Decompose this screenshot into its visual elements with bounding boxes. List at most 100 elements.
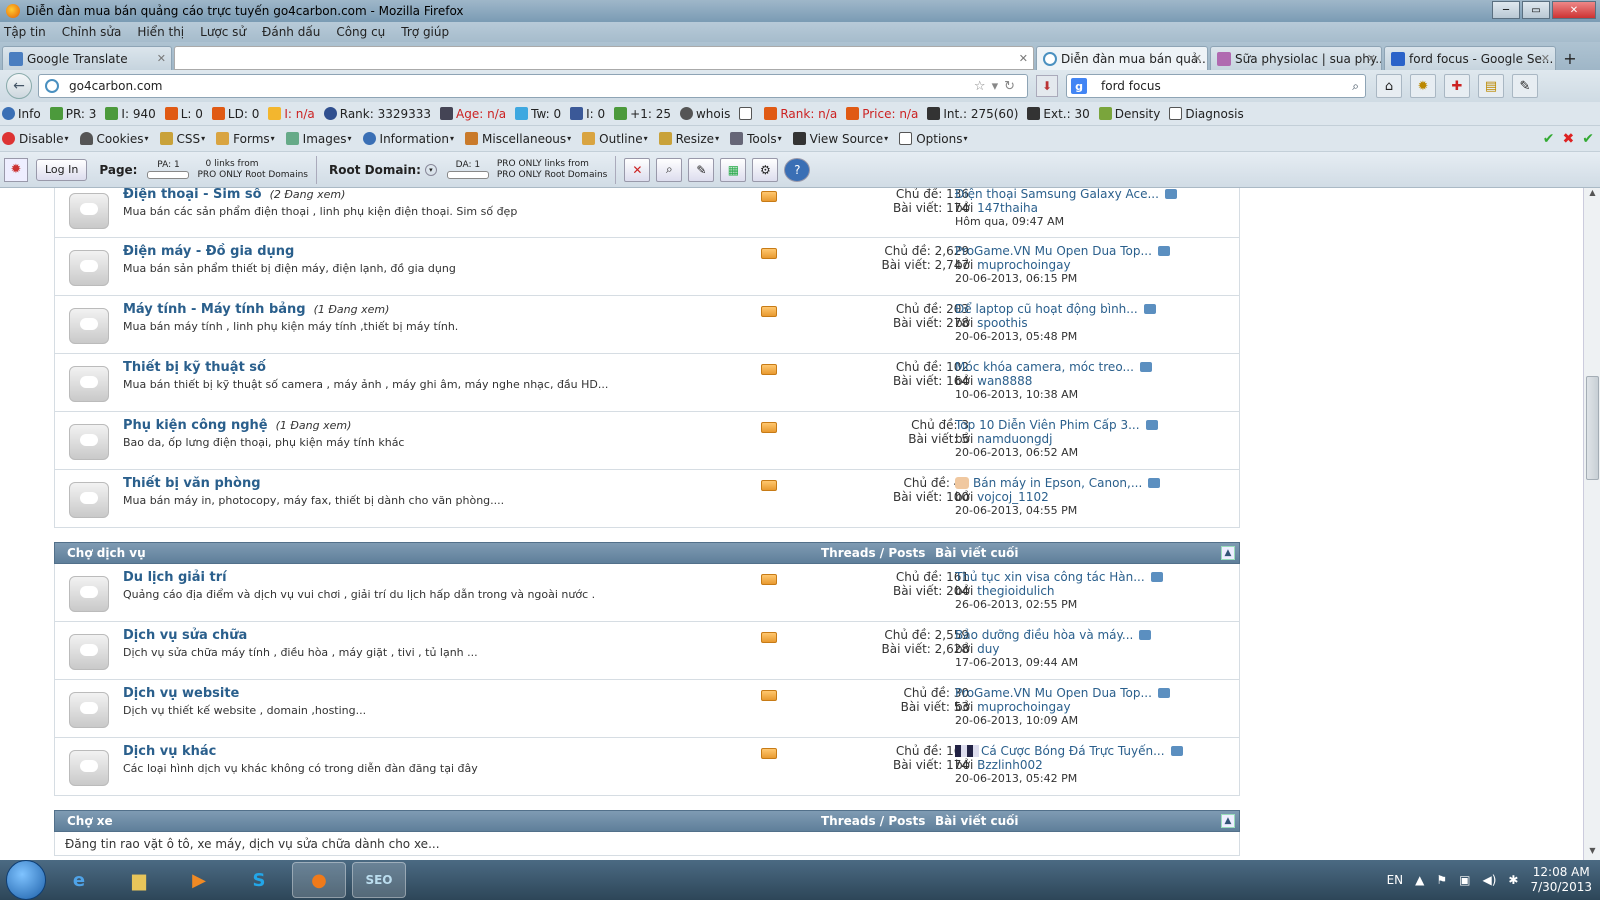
scroll-up-icon[interactable]: ▲ xyxy=(1584,188,1600,202)
rss-icon[interactable] xyxy=(761,248,777,259)
forum-title-link[interactable]: Phụ kiện công nghệ xyxy=(123,418,268,433)
rss-icon[interactable] xyxy=(761,422,777,433)
seo-diagnosis[interactable]: Diagnosis xyxy=(1169,107,1244,121)
dev-disable[interactable]: Disable ▾ xyxy=(2,132,69,146)
go-to-last-post-icon[interactable] xyxy=(1139,630,1152,640)
flag-icon[interactable]: ⚑ xyxy=(1436,873,1447,887)
rss-icon[interactable] xyxy=(761,364,777,375)
url-bar[interactable]: go4carbon.com ☆▾↻ xyxy=(38,74,1028,98)
bluetooth-icon[interactable]: ✱ xyxy=(1508,873,1518,887)
seo-external-links[interactable]: Ext.: 30 xyxy=(1027,107,1090,121)
category-title[interactable]: Chợ xe xyxy=(67,814,113,828)
forum-title-link[interactable]: Thiết bị văn phòng xyxy=(123,476,261,491)
seo-source[interactable] xyxy=(739,107,755,120)
go-to-last-post-icon[interactable] xyxy=(1157,246,1170,256)
seo-alexa-rank[interactable]: Rank: 3329333 xyxy=(323,107,431,121)
forum-title-link[interactable]: Thiết bị kỹ thuật số xyxy=(123,360,266,375)
forum-title-link[interactable]: Dịch vụ website xyxy=(123,686,239,701)
seo-age[interactable]: Age: n/a xyxy=(440,107,506,121)
last-post-title-link[interactable]: Bán máy in Epson, Canon,... xyxy=(973,476,1142,490)
settings-icon[interactable]: ⚙ xyxy=(752,157,779,182)
close-tab-icon[interactable]: ✕ xyxy=(1193,52,1202,65)
menu-bookmarks[interactable]: Đánh dấu xyxy=(262,25,320,39)
last-post-title-link[interactable]: Top 10 Diễn Viên Phim Cấp 3... xyxy=(955,418,1140,432)
clock[interactable]: 12:08 AM 7/30/2013 xyxy=(1530,865,1592,895)
home-icon[interactable]: ⌂ xyxy=(1376,74,1402,98)
seo-pagerank[interactable]: PR: 3 xyxy=(49,107,96,121)
last-post-user-link[interactable]: duy xyxy=(977,642,999,656)
go-to-last-post-icon[interactable] xyxy=(1145,420,1158,430)
collapse-icon[interactable]: ▲ xyxy=(1221,814,1235,828)
forum-title-link[interactable]: Máy tính - Máy tính bảng xyxy=(123,302,306,317)
seo-linkdomains[interactable]: LD: 0 xyxy=(211,107,259,121)
network-icon[interactable]: ▣ xyxy=(1459,873,1470,887)
tab-google-search[interactable]: ford focus - Google Se... ✕ xyxy=(1384,46,1556,70)
close-tab-icon[interactable]: ✕ xyxy=(157,52,166,65)
rss-icon[interactable] xyxy=(761,574,777,585)
seo-price[interactable]: Price: n/a xyxy=(846,107,918,121)
go-to-last-post-icon[interactable] xyxy=(1164,189,1177,199)
scrollbar-thumb[interactable] xyxy=(1586,376,1599,480)
seo-plusone[interactable]: +1: 25 xyxy=(614,107,671,121)
menu-help[interactable]: Trợ giúp xyxy=(401,25,449,39)
page-scrollbar[interactable]: ▲ ▼ xyxy=(1583,188,1600,860)
dev-cookies[interactable]: Cookies ▾ xyxy=(79,132,149,146)
last-post-user-link[interactable]: spoothis xyxy=(977,316,1027,330)
seo-info[interactable]: Info xyxy=(2,107,41,121)
last-post-user-link[interactable]: namduongdj xyxy=(977,432,1052,446)
search-icon[interactable]: ⌕ xyxy=(1352,79,1359,94)
back-button[interactable]: ← xyxy=(6,73,32,99)
tray-expand-icon[interactable]: ▲ xyxy=(1415,873,1424,887)
category-title[interactable]: Chợ dịch vụ xyxy=(67,546,146,560)
last-post-user-link[interactable]: 147thaiha xyxy=(977,201,1038,215)
dev-resize[interactable]: Resize ▾ xyxy=(658,132,719,146)
rss-icon[interactable] xyxy=(761,480,777,491)
magnifier-icon[interactable]: ⌕ xyxy=(656,157,683,182)
forum-title-link[interactable]: Dịch vụ khác xyxy=(123,744,216,759)
dev-images[interactable]: Images ▾ xyxy=(285,132,352,146)
dev-tools[interactable]: Tools ▾ xyxy=(730,132,782,146)
seo-internal-links[interactable]: Int.: 275(60) xyxy=(927,107,1018,121)
volume-icon[interactable]: ◀) xyxy=(1482,873,1496,887)
close-window-button[interactable]: ✕ xyxy=(1552,1,1596,19)
maximize-button[interactable]: ▭ xyxy=(1522,1,1550,19)
go-to-last-post-icon[interactable] xyxy=(1157,688,1170,698)
go-to-last-post-icon[interactable] xyxy=(1148,478,1161,488)
menu-tools[interactable]: Công cụ xyxy=(336,25,385,39)
seo-bing-index[interactable]: I: n/a xyxy=(268,107,315,121)
internet-explorer-icon[interactable]: e xyxy=(52,862,106,898)
go-to-last-post-icon[interactable] xyxy=(1143,304,1156,314)
moz-settings-icon[interactable]: ✹ xyxy=(4,157,28,182)
rss-icon[interactable] xyxy=(761,632,777,643)
language-indicator[interactable]: EN xyxy=(1387,873,1404,887)
addon-icon[interactable]: ✚ xyxy=(1444,74,1470,98)
forum-title-link[interactable]: Điện máy - Đồ gia dụng xyxy=(123,244,294,259)
bookmark-star-icon[interactable]: ☆▾↻ xyxy=(974,79,1021,94)
minimize-button[interactable]: ─ xyxy=(1492,1,1520,19)
go-to-last-post-icon[interactable] xyxy=(1170,746,1183,756)
menu-edit[interactable]: Chỉnh sửa xyxy=(62,25,122,39)
seo-app-icon[interactable]: SEO xyxy=(352,862,406,898)
rss-icon[interactable] xyxy=(761,748,777,759)
seo-whois[interactable]: whois xyxy=(679,107,730,121)
seo-semrush-rank[interactable]: Rank: n/a xyxy=(764,107,837,121)
tab-google-translate[interactable]: Google Translate ✕ xyxy=(2,46,172,70)
forum-title-link[interactable]: Điện thoại - Sim số xyxy=(123,188,262,202)
tools-icon[interactable]: ✎ xyxy=(1512,74,1538,98)
download-icon[interactable]: ⬇ xyxy=(1036,75,1058,97)
seo-links[interactable]: L: 0 xyxy=(164,107,203,121)
dev-miscellaneous[interactable]: Miscellaneous ▾ xyxy=(465,132,571,146)
close-tab-icon[interactable]: ✕ xyxy=(1541,52,1550,65)
go-to-last-post-icon[interactable] xyxy=(1139,362,1152,372)
seo-facebook[interactable]: I: 0 xyxy=(570,107,605,121)
check-icon[interactable]: ✔ xyxy=(1543,131,1555,147)
close-tab-icon[interactable]: ✕ xyxy=(1367,52,1376,65)
mail-icon[interactable]: ▤ xyxy=(1478,74,1504,98)
rss-icon[interactable] xyxy=(761,191,777,202)
google-search-engine-icon[interactable]: g xyxy=(1071,78,1087,94)
media-player-icon[interactable]: ▶ xyxy=(172,862,226,898)
file-explorer-icon[interactable]: ▆ xyxy=(112,862,166,898)
last-post-user-link[interactable]: muprochoingay xyxy=(977,700,1070,714)
seo-index[interactable]: I: 940 xyxy=(105,107,156,121)
last-post-user-link[interactable]: thegioidulich xyxy=(977,584,1054,598)
